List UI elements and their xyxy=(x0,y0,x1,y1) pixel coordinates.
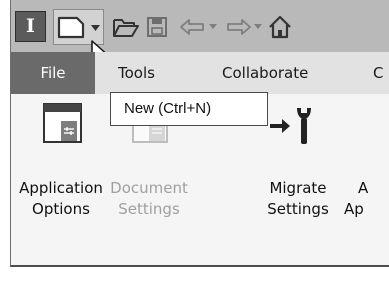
partial-command-line2: Ap xyxy=(344,200,364,218)
migrate-settings-label: Migrate Settings xyxy=(248,178,348,220)
tab-tools[interactable]: Tools xyxy=(118,52,155,94)
partial-command-line1: A xyxy=(358,179,369,197)
application-options-line1: Application xyxy=(19,179,103,197)
document-settings-label: Document Settings xyxy=(99,178,199,220)
home-icon[interactable] xyxy=(268,14,292,40)
application-options-label: Application Options xyxy=(11,178,111,220)
migrate-settings-line1: Migrate xyxy=(269,179,327,197)
new-dropdown-arrow-icon[interactable] xyxy=(90,23,102,33)
migrate-settings-icon xyxy=(270,108,311,144)
new-document-icon xyxy=(57,16,85,39)
open-folder-icon[interactable] xyxy=(112,15,140,39)
application-options-icon xyxy=(43,103,82,143)
redo-icon[interactable] xyxy=(223,15,253,39)
app-logo-letter: I xyxy=(26,15,35,37)
partial-command-label: A Ap xyxy=(342,178,389,219)
document-settings-line2: Settings xyxy=(118,200,180,218)
application-options-line2: Options xyxy=(32,200,90,218)
undo-dropdown-arrow-icon[interactable] xyxy=(208,22,218,32)
tab-file[interactable]: File xyxy=(11,52,95,94)
quick-access-toolbar: I xyxy=(11,0,389,69)
new-button-tooltip: New (Ctrl+N) xyxy=(110,92,268,126)
save-icon[interactable] xyxy=(145,15,169,39)
tab-collaborate[interactable]: Collaborate xyxy=(222,52,308,94)
partial-command-button[interactable]: A Ap xyxy=(342,94,389,219)
document-settings-line1: Document xyxy=(110,179,188,197)
application-options-button[interactable]: Application Options xyxy=(11,94,111,219)
undo-icon[interactable] xyxy=(178,15,208,39)
migrate-settings-button[interactable]: Migrate Settings xyxy=(263,94,333,219)
app-logo[interactable]: I xyxy=(15,11,46,42)
migrate-settings-line2: Settings xyxy=(267,200,329,218)
ribbon-tab-bar: File Tools Collaborate C xyxy=(11,52,389,94)
tab-partial[interactable]: C xyxy=(373,52,383,94)
redo-dropdown-arrow-icon[interactable] xyxy=(253,22,263,32)
application-window: I File Tools Collaborate C Application O… xyxy=(10,0,389,267)
